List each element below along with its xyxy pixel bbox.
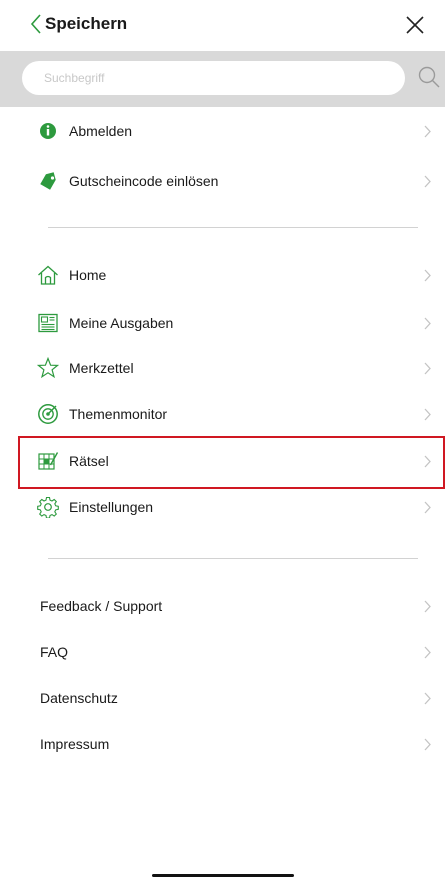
star-icon: [37, 357, 59, 379]
chevron-left-icon: [30, 14, 41, 34]
menu-item-feedback-support[interactable]: Feedback / Support: [0, 585, 445, 629]
menu-item-label: Datenschutz: [40, 690, 118, 706]
menu-item-label: Gutscheincode einlösen: [69, 173, 219, 189]
chevron-right-icon: [424, 600, 431, 613]
chevron-right-icon: [424, 317, 431, 330]
menu-item-label: Einstellungen: [69, 499, 154, 515]
home-icon: [38, 265, 58, 285]
section-divider: [48, 558, 418, 559]
menu-item-meine-ausgaben[interactable]: Meine Ausgaben: [0, 302, 445, 346]
chevron-right-icon: [424, 362, 431, 375]
menu-item-home[interactable]: Home: [0, 254, 445, 298]
back-button[interactable]: Speichern: [30, 13, 127, 35]
back-label: Speichern: [45, 14, 128, 33]
menu-item-label: Feedback / Support: [40, 598, 163, 614]
chevron-right-icon: [424, 692, 431, 705]
chevron-right-icon: [424, 175, 431, 188]
header-bar: Speichern: [0, 0, 445, 50]
home-indicator: [152, 874, 294, 877]
menu-item-impressum[interactable]: Impressum: [0, 723, 445, 767]
menu-item-datenschutz[interactable]: Datenschutz: [0, 677, 445, 721]
close-icon[interactable]: [404, 14, 426, 36]
section-divider: [48, 227, 418, 228]
menu-item-themenmonitor[interactable]: Themenmonitor: [0, 393, 445, 437]
menu-item-abmelden[interactable]: Abmelden: [0, 110, 445, 154]
highlight-box: [18, 436, 445, 489]
menu-item-einstellungen[interactable]: Einstellungen: [0, 486, 445, 530]
chevron-right-icon: [424, 269, 431, 282]
chevron-right-icon: [424, 738, 431, 751]
menu-item-label: Abmelden: [69, 123, 133, 139]
search-bar: [0, 51, 445, 107]
chevron-right-icon: [424, 646, 431, 659]
chevron-right-icon: [424, 408, 431, 421]
search-input[interactable]: [22, 61, 405, 95]
gear-icon: [37, 496, 59, 518]
menu-item-faq[interactable]: FAQ: [0, 631, 445, 675]
chevron-right-icon: [424, 125, 431, 138]
menu-item-label: Meine Ausgaben: [69, 315, 174, 331]
menu-item-label: Impressum: [40, 736, 110, 752]
tag-icon: [40, 172, 56, 190]
radar-icon: [38, 404, 58, 424]
info-circle-icon: [40, 123, 56, 139]
newspaper-icon: [38, 313, 58, 333]
menu-item-merkzettel[interactable]: Merkzettel: [0, 347, 445, 391]
menu-item-label: Merkzettel: [69, 360, 134, 376]
menu-item-label: FAQ: [40, 644, 69, 660]
chevron-right-icon: [424, 501, 431, 514]
menu-item-gutscheincode[interactable]: Gutscheincode einlösen: [0, 160, 445, 204]
menu-item-label: Home: [69, 267, 107, 283]
search-icon[interactable]: [418, 65, 440, 89]
menu-item-label: Themenmonitor: [69, 406, 168, 422]
